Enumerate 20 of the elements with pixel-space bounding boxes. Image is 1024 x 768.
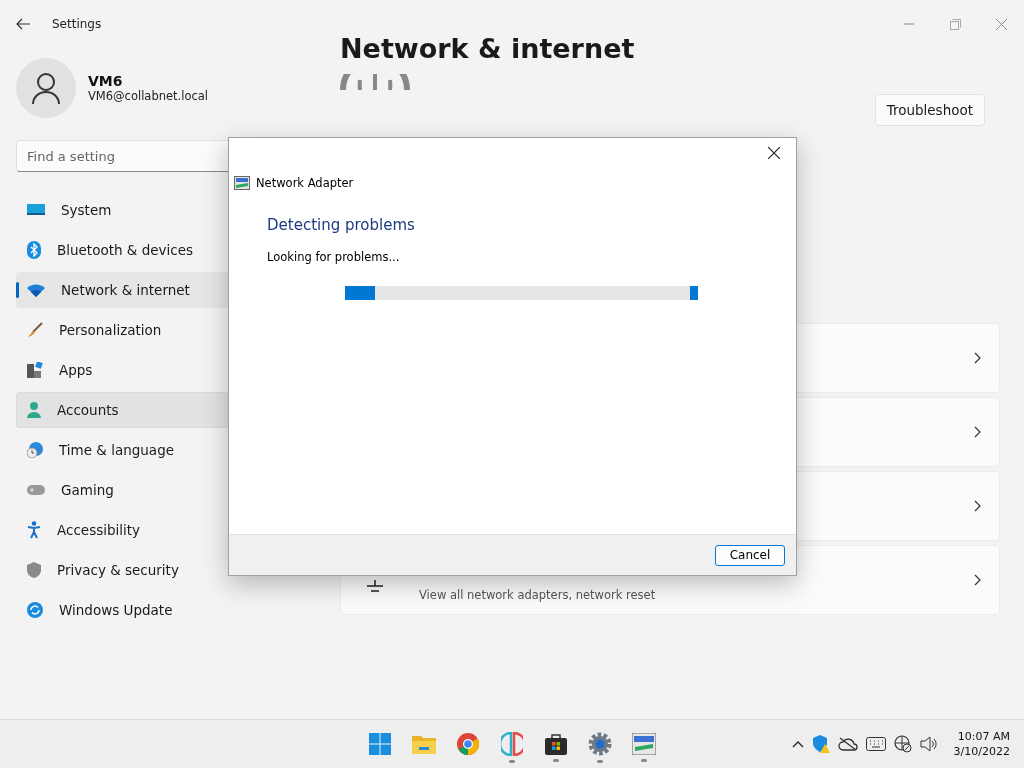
sidebar-item[interactable]: Apps bbox=[16, 352, 266, 388]
sidebar-item[interactable]: Accessibility bbox=[16, 512, 266, 548]
user-email: VM6@collabnet.local bbox=[88, 89, 209, 103]
status-text: Looking for problems... bbox=[267, 250, 401, 264]
cancel-button[interactable]: Cancel bbox=[715, 544, 785, 566]
sidebar-item[interactable]: Gaming bbox=[16, 472, 266, 508]
sidebar-item[interactable]: System bbox=[16, 192, 266, 228]
sidebar-item[interactable]: Windows Update bbox=[16, 592, 266, 628]
dialog-heading: Detecting problems bbox=[267, 216, 416, 234]
clock[interactable]: 10:07 AM 3/10/2022 bbox=[953, 729, 1010, 759]
window-title: Settings bbox=[52, 17, 102, 31]
troubleshoot-button[interactable]: Troubleshoot bbox=[874, 94, 985, 126]
dialog-title: Network Adapter bbox=[256, 176, 354, 190]
page-title: Network & internet bbox=[340, 31, 635, 66]
card-subtitle: View all network adapters, network reset bbox=[419, 588, 656, 602]
user-name: VM6 bbox=[88, 73, 124, 89]
sidebar-item[interactable]: Personalization bbox=[16, 312, 266, 348]
sidebar-item[interactable]: Time & language bbox=[16, 432, 266, 468]
sidebar-item[interactable]: Privacy & security bbox=[16, 552, 266, 588]
sidebar-item[interactable]: Bluetooth & devices bbox=[16, 232, 266, 268]
